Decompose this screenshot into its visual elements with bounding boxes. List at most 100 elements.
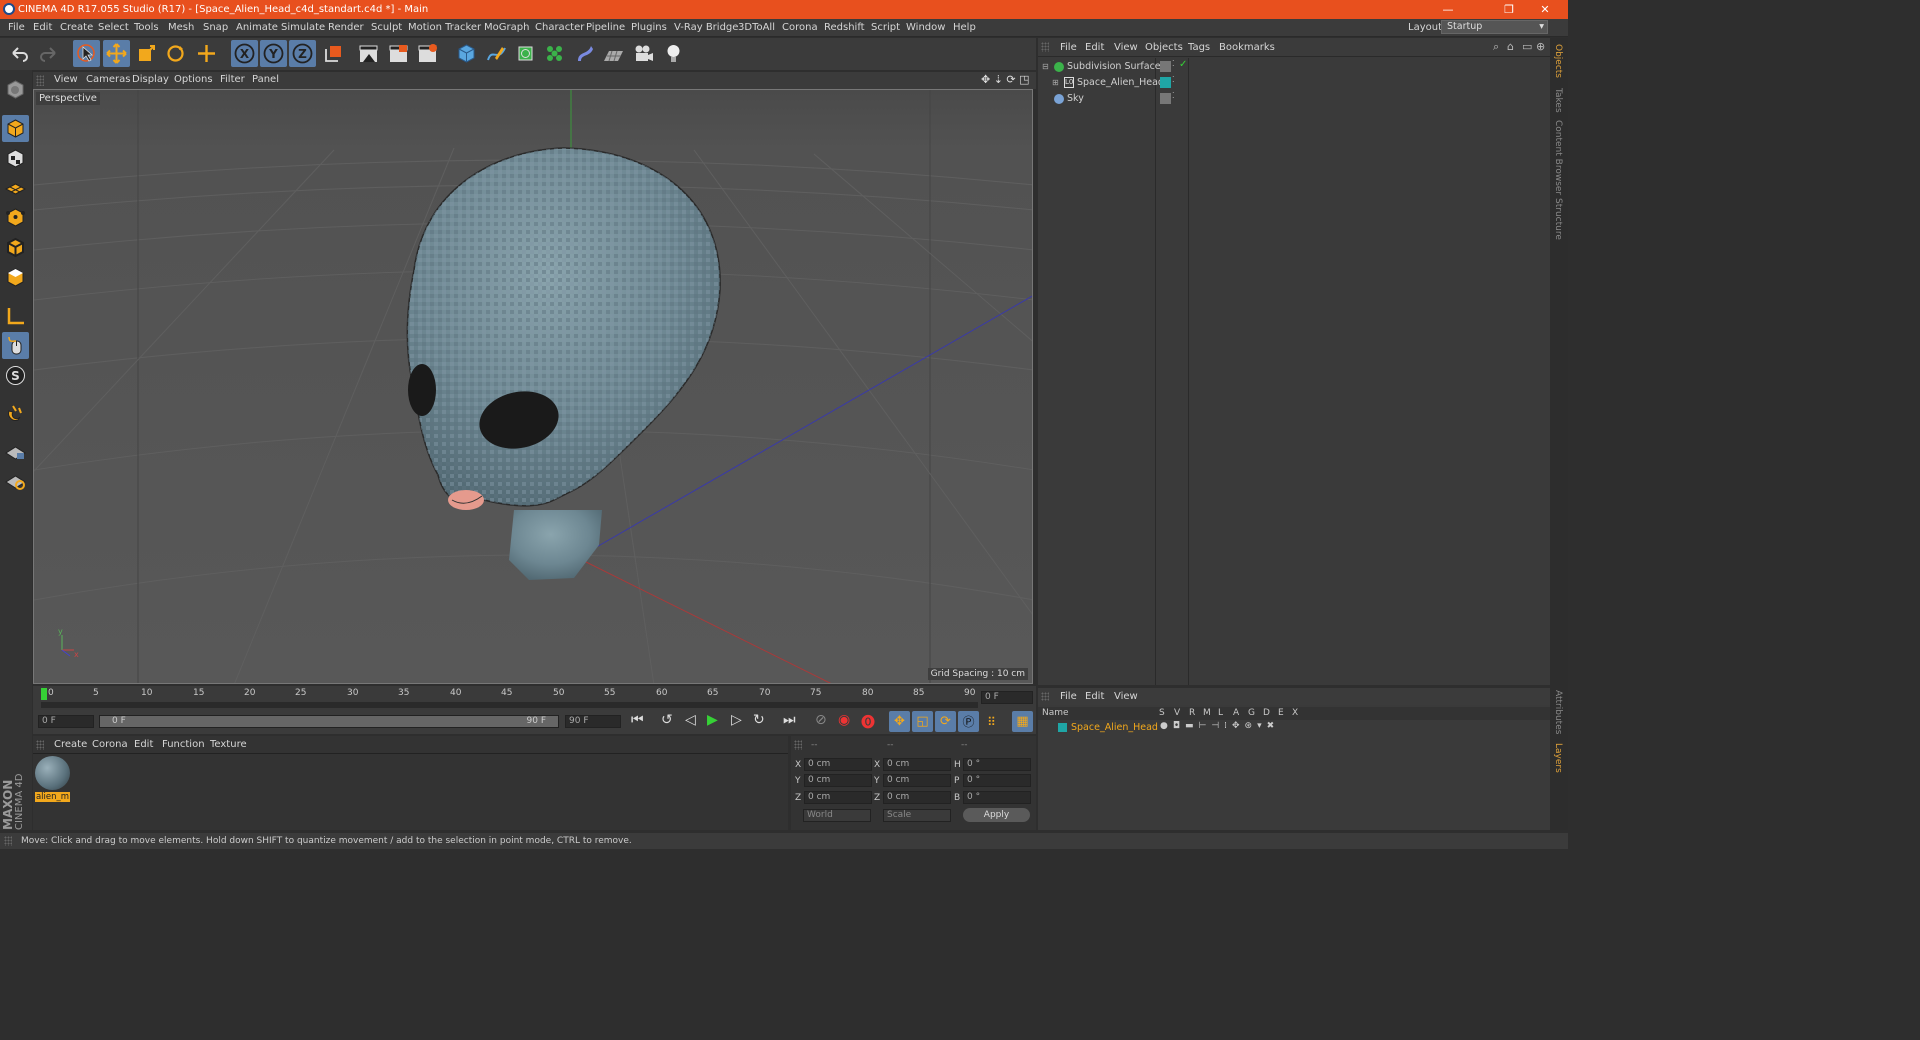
visibility-dots-icon[interactable]: ⁚ <box>1172 59 1175 68</box>
layout-dropdown[interactable]: Startup ▾ <box>1441 20 1548 34</box>
add-cube-button[interactable] <box>453 40 480 67</box>
add-camera-button[interactable] <box>630 40 657 67</box>
viewport-menu-panel[interactable]: Panel <box>252 74 279 85</box>
menu-motion-tracker[interactable]: Motion Tracker <box>408 22 481 33</box>
timeline-ruler[interactable]: 0 5 10 15 20 25 30 35 40 45 50 55 60 65 … <box>33 686 1036 710</box>
coord-scale-dropdown[interactable]: Scale <box>883 809 951 822</box>
key-pla-button[interactable]: ⠿ <box>981 711 1002 732</box>
key-scale-button[interactable]: ◱ <box>912 711 933 732</box>
enabled-check-icon[interactable]: ✓ <box>1179 59 1187 70</box>
add-mograph-button[interactable] <box>541 40 568 67</box>
layer-swatch[interactable] <box>1160 93 1171 104</box>
objects-menu-view[interactable]: View <box>1114 42 1138 53</box>
menu-mesh[interactable]: Mesh <box>168 22 194 33</box>
menu-tools[interactable]: Tools <box>134 22 159 33</box>
tweak-mode-button[interactable] <box>2 332 29 359</box>
model-mode-button[interactable] <box>2 115 29 142</box>
visibility-dots-icon[interactable]: ⁚ <box>1172 91 1175 100</box>
coord-size-y-field[interactable]: 0 cm <box>883 774 951 787</box>
workplane-mode-button[interactable] <box>2 174 29 201</box>
layers-menu-view[interactable]: View <box>1114 691 1138 702</box>
playhead-marker[interactable] <box>41 688 47 700</box>
polygons-mode-button[interactable] <box>2 264 29 291</box>
coord-size-z-field[interactable]: 0 cm <box>883 791 951 804</box>
close-button[interactable]: ✕ <box>1522 0 1568 19</box>
points-mode-button[interactable] <box>2 204 29 231</box>
make-editable-button[interactable] <box>2 76 29 103</box>
step-forward-icon[interactable]: ▷ <box>731 712 742 728</box>
menu-render[interactable]: Render <box>328 22 364 33</box>
scale-tool-button[interactable] <box>133 40 160 67</box>
layer-swatch[interactable] <box>1160 61 1171 72</box>
menu-snap[interactable]: Snap <box>203 22 228 33</box>
object-row-space-alien-head[interactable]: ⊞ L0 Space_Alien_Head ⁚ <box>1042 75 1547 91</box>
end-frame-field[interactable]: 90 F <box>565 715 621 728</box>
menu-window[interactable]: Window <box>906 22 945 33</box>
add-deformer-button[interactable] <box>571 40 598 67</box>
x-axis-lock-button[interactable]: X <box>231 40 258 67</box>
frame-range-slider[interactable]: 0 F 90 F <box>99 715 559 728</box>
coordinate-system-button[interactable] <box>320 40 347 67</box>
add-generator-button[interactable] <box>512 40 539 67</box>
menu-edit[interactable]: Edit <box>33 22 52 33</box>
current-frame-field[interactable]: 0 F <box>981 691 1033 704</box>
record-disabled-icon[interactable]: ⊘ <box>815 712 827 728</box>
material-menu-create[interactable]: Create <box>54 739 87 750</box>
rotate-tool-button[interactable] <box>162 40 189 67</box>
layer-row-space-alien-head[interactable]: Space_Alien_Head ●◘▬⊢⊣⁞✥⊛▾✖ <box>1042 721 1547 736</box>
material-menu-function[interactable]: Function <box>162 739 205 750</box>
axis-mode-button[interactable] <box>2 303 29 330</box>
viewport-menu-filter[interactable]: Filter <box>220 74 245 85</box>
record-keyframe-icon[interactable]: ◉ <box>838 712 850 728</box>
play-icon[interactable]: ▶ <box>707 712 718 728</box>
new-view-icon[interactable]: ▭ <box>1522 40 1532 53</box>
layer-swatch[interactable] <box>1160 77 1171 88</box>
coord-pos-z-field[interactable]: 0 cm <box>804 791 872 804</box>
viewport-menu-options[interactable]: Options <box>174 74 213 85</box>
tab-layers[interactable]: Layers <box>1553 743 1563 773</box>
coord-rot-p-field[interactable]: 0 ° <box>963 774 1031 787</box>
menu-sculpt[interactable]: Sculpt <box>371 22 402 33</box>
objects-menu-tags[interactable]: Tags <box>1188 42 1210 53</box>
object-row-sky[interactable]: Sky ⁚ <box>1042 91 1547 107</box>
live-selection-button[interactable] <box>193 40 220 67</box>
coord-pos-x-field[interactable]: 0 cm <box>804 758 872 771</box>
menu-vray-bridge[interactable]: V-Ray Bridge <box>674 22 738 33</box>
menu-3dtoall[interactable]: 3DToAll <box>738 22 775 33</box>
layers-menu-file[interactable]: File <box>1060 691 1077 702</box>
viewport-menu-display[interactable]: Display <box>132 74 169 85</box>
menu-file[interactable]: File <box>8 22 25 33</box>
coord-world-dropdown[interactable]: World <box>803 809 871 822</box>
tab-structure[interactable]: Structure <box>1553 198 1563 240</box>
edges-mode-button[interactable] <box>2 234 29 261</box>
tab-objects[interactable]: Objects <box>1553 44 1563 78</box>
y-axis-lock-button[interactable]: Y <box>260 40 287 67</box>
objects-menu-bookmarks[interactable]: Bookmarks <box>1219 42 1275 53</box>
lock-icon[interactable]: ⊕ <box>1536 40 1545 53</box>
key-position-button[interactable]: ✥ <box>889 711 910 732</box>
menu-select[interactable]: Select <box>98 22 129 33</box>
objects-menu-objects[interactable]: Objects <box>1145 42 1183 53</box>
coord-rot-b-field[interactable]: 0 ° <box>963 791 1031 804</box>
menu-mograph[interactable]: MoGraph <box>484 22 529 33</box>
add-light-button[interactable] <box>660 40 687 67</box>
coord-rot-h-field[interactable]: 0 ° <box>963 758 1031 771</box>
material-swatch-alien[interactable]: alien_m <box>35 756 70 802</box>
objects-menu-file[interactable]: File <box>1060 42 1077 53</box>
apply-button[interactable]: Apply <box>963 808 1030 822</box>
menu-pipeline[interactable]: Pipeline <box>586 22 625 33</box>
key-parameter-button[interactable]: Ⓟ <box>958 711 979 732</box>
add-spline-button[interactable] <box>483 40 510 67</box>
select-tool-button[interactable] <box>73 40 100 67</box>
timeline-window-button[interactable]: ▦ <box>1012 711 1033 732</box>
key-rotation-button[interactable]: ⟳ <box>935 711 956 732</box>
texture-mode-button[interactable] <box>2 145 29 172</box>
magnet-tool-button[interactable] <box>2 400 29 427</box>
menu-script[interactable]: Script <box>871 22 900 33</box>
timeline-track[interactable] <box>41 702 978 708</box>
layer-toggle-icons[interactable]: ●◘▬⊢⊣⁞✥⊛▾✖ <box>1160 721 1279 731</box>
z-axis-lock-button[interactable]: Z <box>289 40 316 67</box>
minimize-button[interactable]: — <box>1425 0 1471 19</box>
undo-button[interactable] <box>6 40 33 67</box>
expand-icon[interactable]: ⊞ <box>1052 78 1059 87</box>
